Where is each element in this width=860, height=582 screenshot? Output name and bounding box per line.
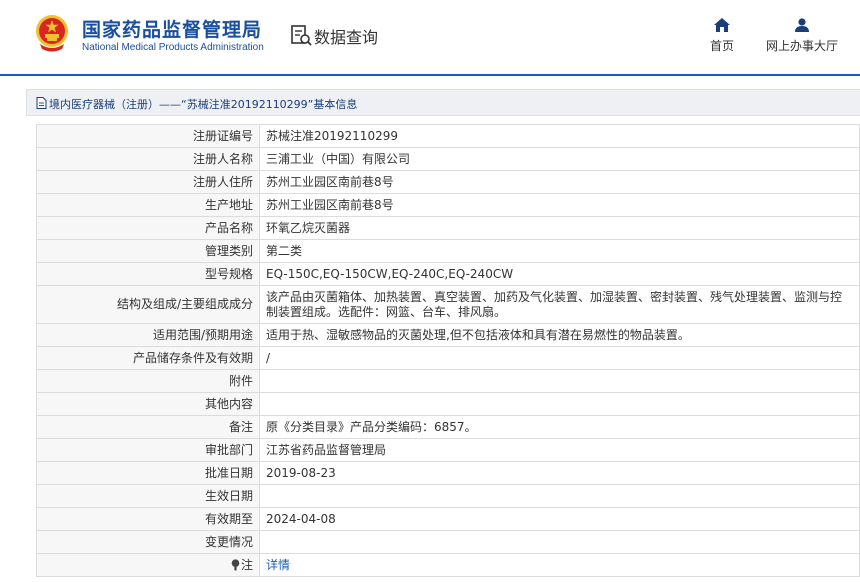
row-value	[259, 530, 860, 554]
row-value: 2019-08-23	[259, 461, 860, 485]
row-label: 备注	[36, 415, 260, 439]
row-value	[259, 369, 860, 393]
note-icon	[231, 558, 240, 570]
table-row: 结构及组成/主要组成成分 该产品由灭菌箱体、加热装置、真空装置、加药及气化装置、…	[36, 285, 860, 324]
table-row: 产品储存条件及有效期 /	[36, 346, 860, 370]
row-label: 结构及组成/主要组成成分	[36, 285, 260, 324]
breadcrumb-text: 境内医疗器械（注册）——“苏械注准20192110299”基本信息	[49, 98, 358, 111]
note-value-cell: 详情	[259, 553, 860, 577]
row-value: 环氧乙烷灭菌器	[259, 216, 860, 240]
table-row: 其他内容	[36, 392, 860, 416]
national-emblem-icon	[36, 15, 68, 52]
table-row: 注册人住所 苏州工业园区南前巷8号	[36, 170, 860, 194]
row-value: 原《分类目录》产品分类编码：6857。	[259, 415, 860, 439]
table-row: 注册人名称 三浦工业（中国）有限公司	[36, 147, 860, 171]
table-row: 注册证编号 苏械注准20192110299	[36, 124, 860, 148]
table-row: 批准日期 2019-08-23	[36, 461, 860, 485]
row-label: 注册人住所	[36, 170, 260, 194]
row-label: 产品名称	[36, 216, 260, 240]
row-label: 生产地址	[36, 193, 260, 217]
row-value: 2024-04-08	[259, 507, 860, 531]
table-row: 型号规格 EQ-150C,EQ-150CW,EQ-240C,EQ-240CW	[36, 262, 860, 286]
document-icon	[36, 97, 47, 109]
row-label: 审批部门	[36, 438, 260, 462]
details-link[interactable]: 详情	[266, 558, 290, 572]
row-label: 生效日期	[36, 484, 260, 508]
row-value	[259, 392, 860, 416]
row-label: 注册证编号	[36, 124, 260, 148]
home-icon	[714, 18, 730, 32]
row-label: 注册人名称	[36, 147, 260, 171]
row-label: 产品储存条件及有效期	[36, 346, 260, 370]
row-label: 批准日期	[36, 461, 260, 485]
row-value: 三浦工业（中国）有限公司	[259, 147, 860, 171]
row-value	[259, 484, 860, 508]
note-label: 注	[240, 557, 253, 572]
table-row: 管理类别 第二类	[36, 239, 860, 263]
row-value: 苏州工业园区南前巷8号	[259, 193, 860, 217]
nav-online-service-hall[interactable]: 网上办事大厅	[760, 18, 844, 54]
detail-table: 注册证编号 苏械注准20192110299 注册人名称 三浦工业（中国）有限公司…	[36, 124, 860, 577]
nav-home[interactable]: 首页	[704, 18, 740, 54]
table-row: 附件	[36, 369, 860, 393]
row-label: 管理类别	[36, 239, 260, 263]
row-value: 第二类	[259, 239, 860, 263]
site-title-cn: 国家药品监督管理局	[82, 19, 263, 41]
table-row: 适用范围/预期用途 适用于热、湿敏感物品的灭菌处理,但不包括液体和具有潜在易燃性…	[36, 323, 860, 347]
table-row-note: 注 详情	[36, 553, 860, 577]
row-value: 江苏省药品监督管理局	[259, 438, 860, 462]
table-row: 变更情况	[36, 530, 860, 554]
row-value: EQ-150C,EQ-150CW,EQ-240C,EQ-240CW	[259, 262, 860, 286]
row-value: /	[259, 346, 860, 370]
site-title-en: National Medical Products Administration	[82, 42, 264, 53]
data-query-title: 数据查询	[314, 28, 379, 47]
row-label: 其他内容	[36, 392, 260, 416]
nav-online-service-hall-label: 网上办事大厅	[765, 39, 838, 53]
row-label: 型号规格	[36, 262, 260, 286]
table-row: 产品名称 环氧乙烷灭菌器	[36, 216, 860, 240]
row-value: 苏械注准20192110299	[259, 124, 860, 148]
data-query-icon	[291, 25, 312, 46]
breadcrumb: 境内医疗器械（注册）——“苏械注准20192110299”基本信息	[26, 89, 860, 116]
row-value: 苏州工业园区南前巷8号	[259, 170, 860, 194]
nav-home-label: 首页	[709, 39, 734, 53]
table-row: 生产地址 苏州工业园区南前巷8号	[36, 193, 860, 217]
row-label: 变更情况	[36, 530, 260, 554]
row-label: 适用范围/预期用途	[36, 323, 260, 347]
user-icon	[795, 18, 809, 32]
row-label: 附件	[36, 369, 260, 393]
table-row: 备注 原《分类目录》产品分类编码：6857。	[36, 415, 860, 439]
site-header: 国家药品监督管理局 National Medical Products Admi…	[0, 0, 860, 76]
table-row: 有效期至 2024-04-08	[36, 507, 860, 531]
table-row: 审批部门 江苏省药品监督管理局	[36, 438, 860, 462]
row-value: 适用于热、湿敏感物品的灭菌处理,但不包括液体和具有潜在易燃性的物品装置。	[259, 323, 860, 347]
note-label-cell: 注	[36, 553, 260, 577]
table-row: 生效日期	[36, 484, 860, 508]
row-value: 该产品由灭菌箱体、加热装置、真空装置、加药及气化装置、加湿装置、密封装置、残气处…	[259, 285, 860, 324]
row-label: 有效期至	[36, 507, 260, 531]
detail-table-container: 注册证编号 苏械注准20192110299 注册人名称 三浦工业（中国）有限公司…	[36, 124, 860, 577]
